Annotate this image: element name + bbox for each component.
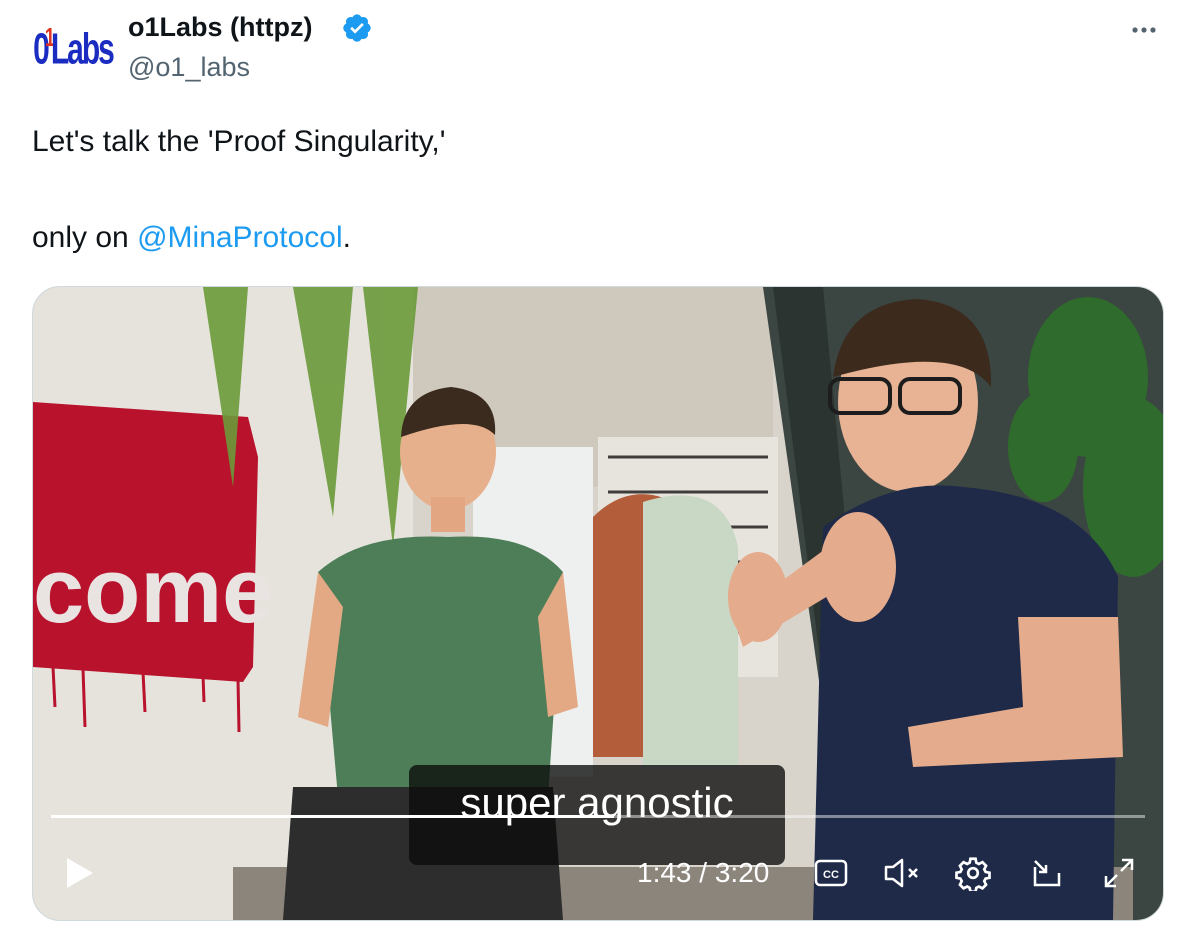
captions-button[interactable]: CC xyxy=(811,853,851,893)
current-time: 1:43 xyxy=(637,857,692,888)
play-button[interactable] xyxy=(59,853,99,893)
o1labs-logo: 01Labs xyxy=(33,22,115,74)
tweet-line-2-suffix: . xyxy=(342,221,351,254)
time-display: 1:43 / 3:20 xyxy=(637,853,789,893)
verified-badge-icon xyxy=(343,14,371,42)
svg-text:CC: CC xyxy=(823,869,839,881)
play-icon xyxy=(67,858,93,888)
graffiti-text: come xyxy=(33,540,273,642)
tweet-line-2: only on @MinaProtocol. xyxy=(32,214,1152,262)
user-handle[interactable]: @o1_labs xyxy=(128,52,250,83)
fullscreen-button[interactable] xyxy=(1099,853,1139,893)
video-player[interactable]: come super agnostic 1:43 / 3:20 CC xyxy=(32,286,1164,921)
settings-button[interactable] xyxy=(953,853,993,893)
picture-in-picture-icon xyxy=(1033,860,1061,887)
avatar[interactable]: 01Labs xyxy=(32,8,115,90)
mention-link[interactable]: @MinaProtocol xyxy=(137,221,343,254)
caption-text: super agnostic xyxy=(460,779,734,826)
mute-button[interactable] xyxy=(881,853,925,893)
duration: 3:20 xyxy=(714,857,770,888)
time-separator: / xyxy=(691,857,715,888)
pip-button[interactable] xyxy=(1027,853,1067,893)
cc-icon: CC xyxy=(814,859,848,887)
fullscreen-icon xyxy=(1104,858,1134,888)
tweet-line-1: Let's talk the 'Proof Singularity,' xyxy=(32,125,446,158)
volume-muted-icon xyxy=(884,858,918,888)
tweet-line-2-prefix: only on xyxy=(32,221,138,254)
progress-fill xyxy=(51,815,615,818)
progress-bar[interactable] xyxy=(51,815,1145,818)
tweet-text: Let's talk the 'Proof Singularity,' only… xyxy=(32,118,1152,262)
gear-icon xyxy=(955,857,991,891)
ellipsis-icon[interactable] xyxy=(1126,12,1162,48)
display-name[interactable]: o1Labs (httpz) xyxy=(128,12,312,43)
